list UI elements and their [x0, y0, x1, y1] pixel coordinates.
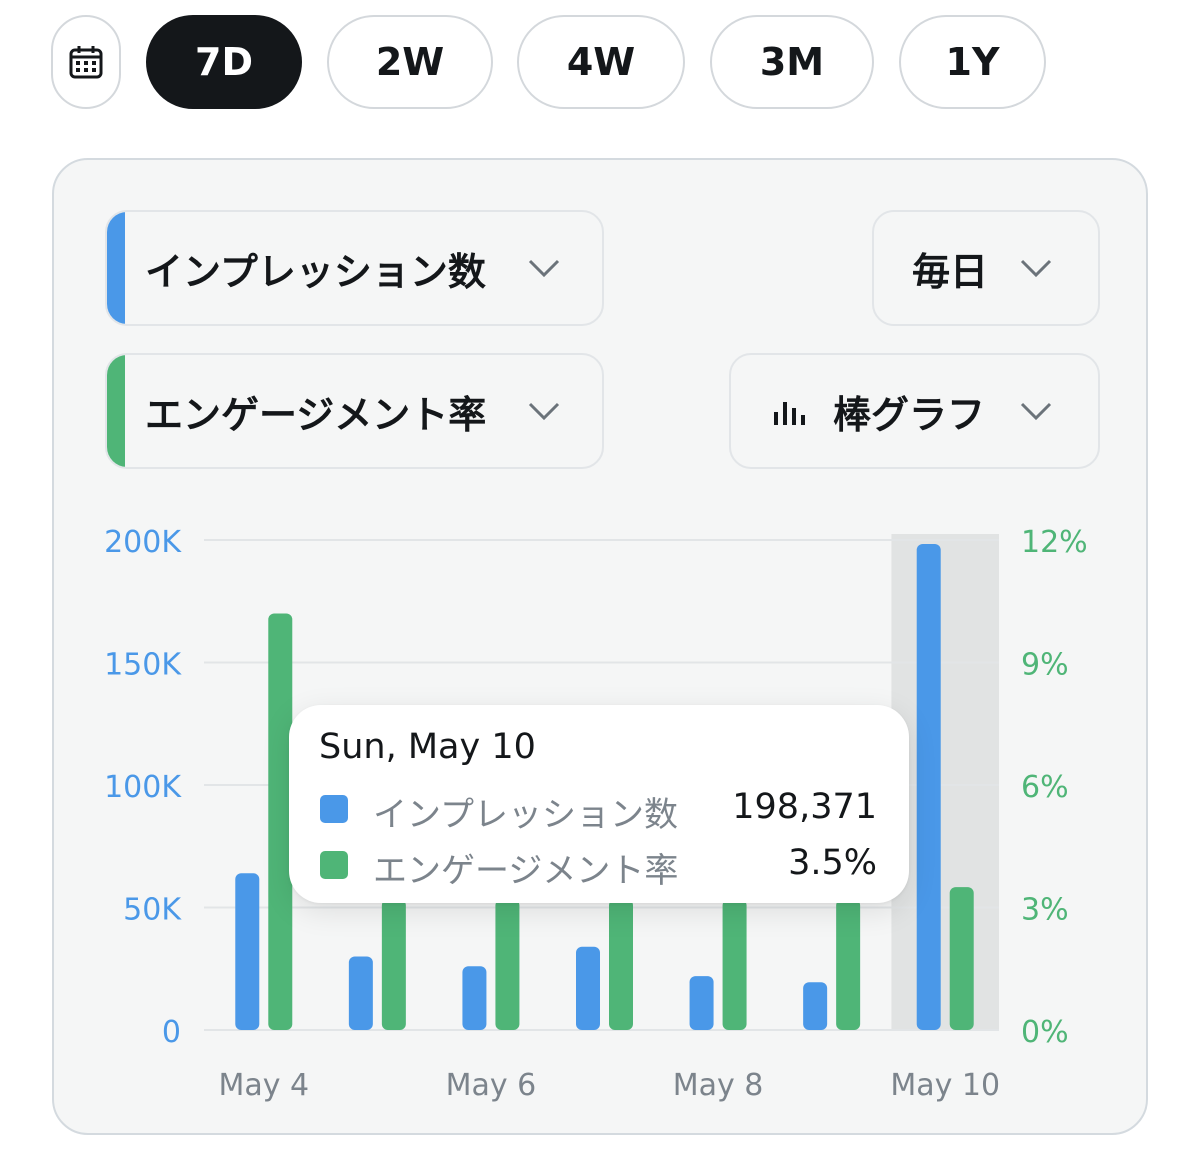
range-3m-button[interactable]: 3M [710, 15, 874, 109]
engagement-bar [836, 899, 861, 1030]
x-tick-label: May 4 [218, 1068, 309, 1103]
tooltip-engagement-swatch [320, 851, 348, 879]
x-tick-label: May 6 [446, 1068, 537, 1103]
x-tick-label: May 8 [673, 1068, 764, 1103]
y-left-tick-label: 200K [104, 525, 182, 560]
impressions-bar [576, 946, 600, 1030]
engagement-bar [381, 899, 406, 1030]
y-right-tick-label: 0% [1021, 1015, 1069, 1050]
impressions-bar [689, 976, 714, 1030]
chart-tooltip: Sun, May 10 インプレッション数 198,371 エンゲージメント率 … [289, 705, 909, 903]
engagement-bar [722, 899, 747, 1030]
impressions-bar [235, 873, 260, 1030]
engagement-bar [495, 899, 520, 1030]
range-1y-button[interactable]: 1Y [899, 15, 1046, 109]
impressions-bar [803, 982, 828, 1030]
calendar-icon [69, 46, 103, 79]
x-tick-label: May 10 [890, 1068, 1000, 1103]
y-left-tick-label: 0 [162, 1015, 181, 1050]
tooltip-engagement-value: 3.5% [788, 843, 877, 883]
engagement-bar [949, 887, 974, 1030]
calendar-button[interactable] [51, 15, 121, 109]
range-4w-button[interactable]: 4W [517, 15, 685, 109]
y-right-tick-label: 3% [1021, 893, 1069, 928]
tooltip-impressions-label: インプレッション数 [373, 795, 678, 835]
tooltip-engagement-label: エンゲージメント率 [373, 851, 679, 891]
y-left-tick-label: 150K [104, 648, 182, 683]
tooltip-impressions-swatch [320, 795, 348, 823]
y-left-tick-label: 100K [104, 770, 182, 805]
chart-card: インプレッション数 毎日 エンゲージメント率 棒グラフ 0 0% 50K 3% 100K… [52, 158, 1148, 1135]
impressions-bar [348, 956, 373, 1030]
bar-chart: 0 0% 50K 3% 100K 6% 150K 9% 200K 12% May 4 May 6 May… [104, 525, 1088, 1103]
impressions-bar [916, 543, 941, 1030]
tooltip-impressions-value: 198,371 [732, 787, 877, 827]
engagement-bar [609, 899, 633, 1030]
tooltip-date: Sun, May 10 [319, 727, 536, 767]
y-right-tick-label: 9% [1021, 648, 1069, 683]
y-left-tick-label: 50K [123, 893, 182, 928]
impressions-bar [462, 966, 487, 1030]
range-2w-button[interactable]: 2W [327, 15, 493, 109]
y-right-tick-label: 6% [1021, 770, 1069, 805]
y-right-tick-label: 12% [1021, 525, 1088, 560]
range-7d-button[interactable]: 7D [146, 15, 302, 109]
